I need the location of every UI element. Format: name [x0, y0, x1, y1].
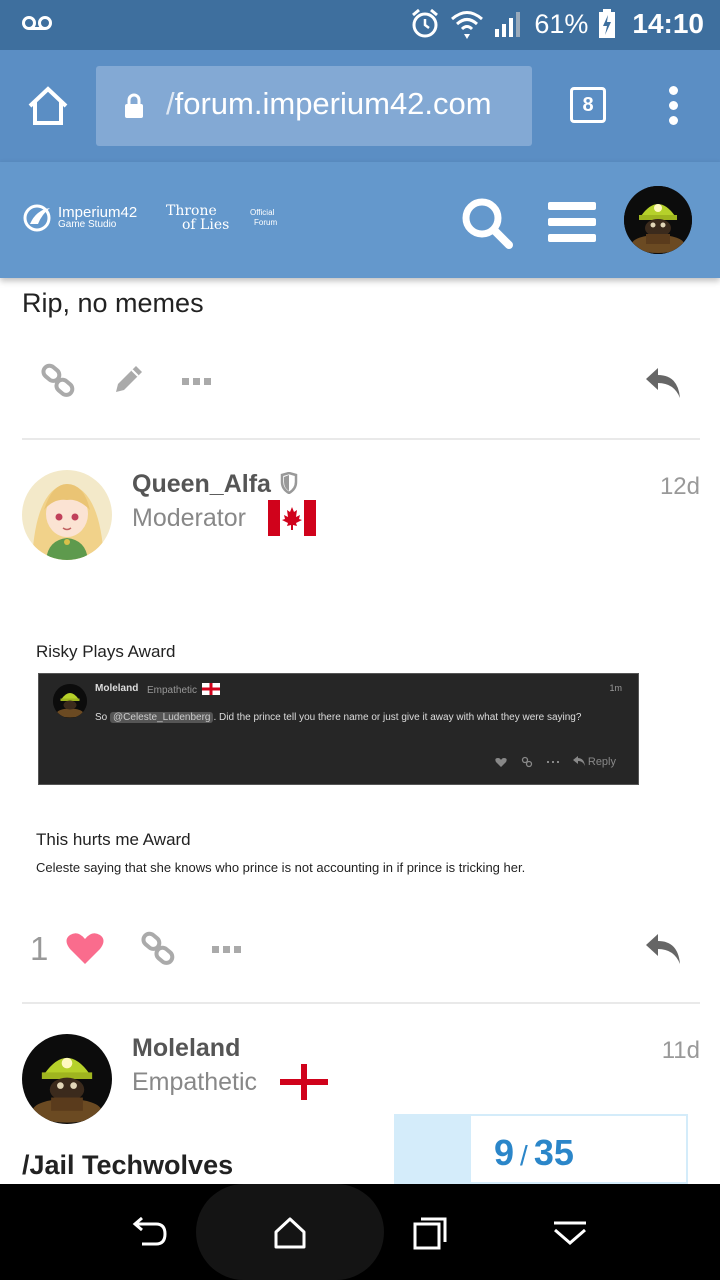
england-flag-icon — [201, 683, 220, 695]
post-date[interactable]: 11d — [662, 1037, 700, 1065]
imperium42-logo-icon — [23, 204, 51, 232]
embed-link-icon — [521, 756, 532, 768]
embed-reply-label: Reply — [587, 756, 616, 768]
url-text: /forum.imperium42.com — [166, 86, 492, 122]
embed-reply: Reply — [572, 756, 616, 768]
anime-avatar-icon — [22, 470, 112, 560]
alarm-icon — [412, 8, 439, 38]
status-bar: 61% 14:10 — [0, 0, 720, 50]
voicemail-icon — [22, 16, 52, 30]
throne-logo-line2: of Lies — [182, 217, 230, 233]
author-title: Moderator — [132, 504, 246, 533]
official-forum-label: Official Forum — [250, 208, 277, 228]
link-icon[interactable] — [140, 930, 176, 966]
post-date[interactable]: 12d — [660, 473, 700, 501]
author-avatar[interactable] — [22, 1034, 112, 1124]
progress-total: 35 — [533, 1132, 574, 1173]
post-body-text: /Jail Techwolves — [22, 1150, 234, 1180]
progress-separator: / — [520, 1140, 528, 1171]
progress-text: 9/35 — [494, 1132, 574, 1174]
post-actions — [22, 362, 700, 412]
post-divider — [22, 1002, 700, 1004]
url-domain: forum.imperium42.com — [174, 86, 492, 121]
post-actions — [22, 928, 700, 978]
embed-avatar — [53, 684, 87, 718]
award-description: Celeste saying that she knows who prince… — [36, 860, 526, 875]
clock: 14:10 — [632, 8, 704, 39]
embed-more-icon — [546, 761, 559, 763]
address-bar[interactable]: /forum.imperium42.com — [96, 66, 532, 146]
hamburger-menu-button[interactable] — [548, 202, 596, 242]
embed-title: Empathetic — [147, 683, 220, 696]
more-icon[interactable] — [212, 944, 242, 954]
throne-logo-line1: Throne — [166, 203, 217, 219]
author-username[interactable]: Queen_Alfa — [132, 470, 298, 499]
author-avatar[interactable] — [22, 470, 112, 560]
battery-icon — [599, 9, 616, 38]
embedded-screenshot: Moleland Empathetic 1m So @Celeste_Luden… — [38, 673, 639, 785]
embed-username: Moleland — [95, 683, 139, 694]
imperium42-logo[interactable]: Imperium42 Game Studio — [22, 204, 137, 232]
link-icon[interactable] — [40, 362, 76, 398]
imperium42-logo-name: Imperium42 — [58, 204, 138, 221]
progress-current: 9 — [494, 1132, 515, 1173]
reply-icon[interactable] — [644, 366, 682, 400]
author-username[interactable]: Moleland — [132, 1034, 240, 1063]
browser-home-button[interactable] — [26, 86, 70, 126]
topic-progress[interactable]: 9/35 — [394, 1114, 688, 1184]
reply-icon[interactable] — [644, 932, 682, 966]
embed-text-after: . Did the prince tell you there name or … — [213, 712, 582, 723]
pencil-icon[interactable] — [112, 362, 146, 396]
canada-flag-icon — [268, 500, 316, 536]
more-icon[interactable] — [182, 376, 212, 386]
hide-nav-icon[interactable] — [552, 1220, 588, 1246]
recent-apps-icon[interactable] — [412, 1216, 448, 1250]
author-username-text: Queen_Alfa — [132, 470, 271, 498]
wifi-icon — [451, 11, 484, 39]
embed-time: 1m — [609, 683, 622, 693]
user-avatar[interactable] — [624, 186, 692, 254]
heart-icon[interactable] — [66, 932, 104, 966]
browser-menu-button[interactable] — [660, 86, 688, 126]
england-cross-icon — [280, 1064, 328, 1100]
home-icon[interactable] — [272, 1216, 308, 1250]
search-icon[interactable] — [460, 196, 514, 250]
embed-text-before: So — [95, 712, 111, 723]
post-divider — [22, 438, 700, 440]
android-nav-bar — [0, 1184, 720, 1280]
award-title: This hurts me Award — [36, 830, 191, 849]
embed-heart-icon — [495, 757, 507, 767]
official-forum-line1: Official — [250, 208, 275, 217]
moderator-shield-icon — [280, 471, 298, 495]
embed-text: So @Celeste_Ludenberg. Did the prince te… — [95, 712, 581, 723]
forum-header: Imperium42 Game Studio Throne of Lies Of… — [0, 162, 720, 278]
embed-mention: @Celeste_Ludenberg — [110, 712, 214, 723]
post-body-text: Rip, no memes — [22, 288, 204, 318]
embed-actions: Reply — [495, 756, 616, 768]
miner-avatar-icon — [22, 1034, 112, 1124]
lock-icon — [125, 93, 143, 118]
miner-avatar-icon — [53, 684, 87, 718]
back-icon[interactable] — [132, 1216, 168, 1248]
author-title-text: Moderator — [132, 504, 246, 532]
progress-fill — [396, 1116, 471, 1184]
signal-icon — [495, 12, 521, 37]
tab-switcher-button[interactable]: 8 — [570, 87, 606, 123]
battery-percent: 61% — [534, 8, 589, 39]
embed-title-text: Empathetic — [147, 685, 198, 696]
miner-avatar-icon — [624, 186, 692, 254]
official-forum-line2: Forum — [254, 218, 278, 227]
imperium42-logo-sub: Game Studio — [58, 219, 117, 230]
throne-of-lies-logo[interactable]: Throne of Lies — [166, 204, 229, 232]
embed-reply-icon — [572, 756, 585, 766]
browser-toolbar: /forum.imperium42.com 8 — [0, 50, 720, 162]
url-prefix: / — [166, 86, 175, 121]
author-title: Empathetic — [132, 1068, 258, 1096]
award-title: Risky Plays Award — [36, 642, 176, 661]
